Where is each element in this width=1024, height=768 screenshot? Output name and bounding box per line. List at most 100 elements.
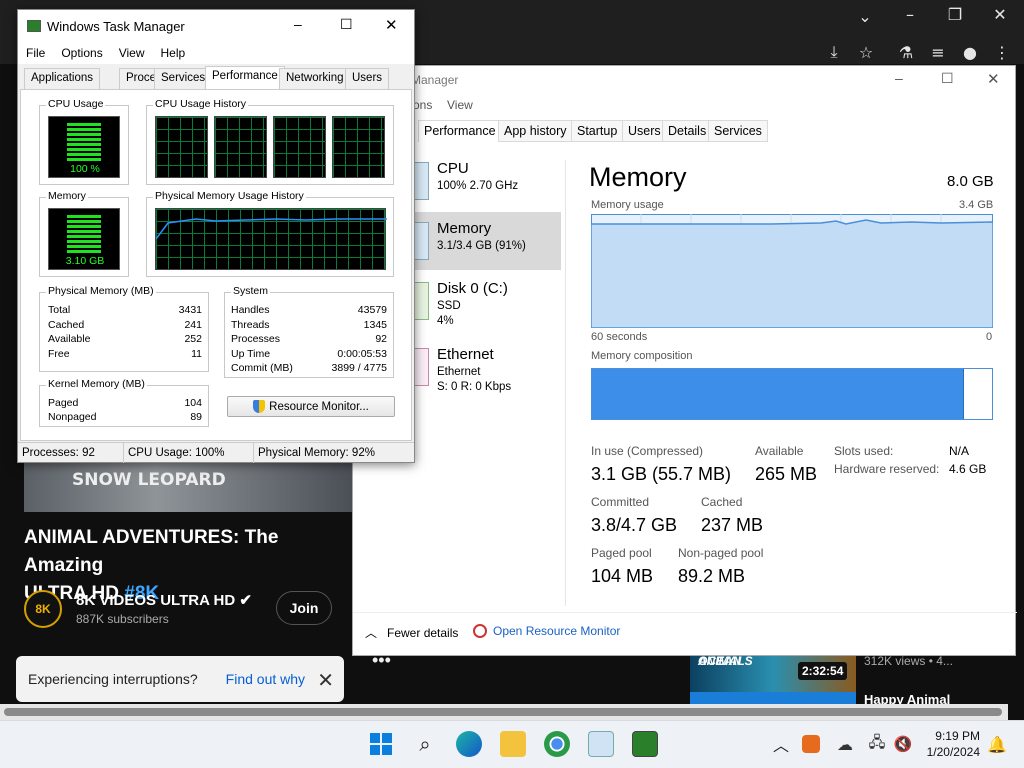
memory-composition-bar: [591, 368, 993, 420]
channel-avatar[interactable]: 8K: [24, 590, 62, 628]
menu-options[interactable]: ons: [413, 98, 432, 112]
dropdown-icon[interactable]: ⌄: [853, 4, 877, 28]
cpu-history-graph-2: [214, 116, 267, 178]
notification-bell-icon[interactable]: 🔔: [984, 731, 1010, 757]
available-label: Available: [755, 444, 804, 458]
task-manager-window: Manager – ☐ ✕ ons View Performance App h…: [352, 65, 1017, 656]
flask-icon[interactable]: ⚗: [894, 40, 918, 64]
hw-reserved-label: Hardware reserved:: [834, 462, 940, 476]
close-icon[interactable]: ✕: [987, 70, 1000, 88]
window-title: Manager: [411, 73, 459, 87]
network-icon[interactable]: 🖧: [864, 731, 890, 757]
memory-total: 8.0 GB: [947, 173, 994, 190]
phys-history-group: Physical Memory Usage History: [146, 190, 394, 277]
memory-label: Memory: [46, 190, 88, 202]
tab-app-history[interactable]: App history: [498, 120, 573, 142]
maximize-icon[interactable]: ☐: [340, 16, 353, 33]
sidebar-item-memory[interactable]: Memory 3.1/3.4 GB (91%): [409, 212, 561, 270]
kernel-memory-group: Kernel Memory (MB) Paged 104 Nonpaged 89: [39, 378, 209, 427]
menu-view[interactable]: View: [119, 46, 145, 60]
video-player[interactable]: SNOW LEOPARD: [24, 460, 354, 512]
resource-monitor-icon: [473, 624, 487, 638]
maximize-icon[interactable]: ☐: [941, 70, 954, 87]
row-key: Nonpaged: [48, 411, 97, 423]
slots-label: Slots used:: [834, 444, 894, 458]
tab-details[interactable]: Details: [662, 120, 713, 142]
taskbar: ⌕ ︿ ☁ 🖧 🔇 🔔: [0, 720, 1024, 768]
sidebar-cpu-detail: 100% 2.70 GHz: [437, 180, 519, 192]
install-icon[interactable]: ⤓: [822, 40, 846, 64]
cpu-history-group: CPU Usage History: [146, 98, 394, 185]
system-clock[interactable]: 9:19 PM 1/20/2024: [918, 728, 980, 760]
sidebar-item-ethernet[interactable]: Ethernet Ethernet S: 0 R: 0 Kbps: [409, 346, 561, 404]
find-out-why-link[interactable]: Find out why: [226, 671, 305, 687]
row-value: 43579: [357, 304, 387, 316]
tab-users[interactable]: Users: [622, 120, 667, 142]
windows-start-icon[interactable]: [368, 731, 394, 757]
tab-services[interactable]: Services: [154, 68, 213, 89]
available-value: 265 MB: [755, 464, 818, 484]
graph-axis-right: 0: [986, 331, 993, 343]
status-memory: Physical Memory: 92%: [258, 446, 375, 459]
minimize-icon[interactable]: –: [294, 16, 302, 32]
tab-performance[interactable]: Performance: [418, 120, 502, 142]
volume-muted-icon[interactable]: 🔇: [890, 731, 916, 757]
sidebar-item-disk[interactable]: Disk 0 (C:) SSD 4%: [409, 280, 561, 338]
memory-meter: 3.10 GB: [48, 208, 120, 270]
search-icon[interactable]: ⌕: [412, 731, 438, 757]
menu-icon[interactable]: ⋮: [990, 40, 1014, 64]
cloud-off-icon[interactable]: ☁: [832, 731, 858, 757]
profile-icon[interactable]: ●: [958, 40, 982, 64]
sys-row-threads: Threads 1345: [231, 319, 387, 331]
row-key: Total: [48, 304, 71, 316]
tab-performance[interactable]: Performance: [205, 66, 285, 90]
in-use-value: 3.1 GB (55.7 MB): [591, 464, 732, 484]
clock-date: 1/20/2024: [926, 745, 980, 759]
row-key: Paged: [48, 397, 79, 409]
page-title: Memory: [589, 162, 687, 192]
menu-options[interactable]: Options: [61, 46, 102, 60]
resource-monitor-taskbar-icon[interactable]: [588, 731, 614, 757]
edge-icon[interactable]: [456, 731, 482, 757]
menu-help[interactable]: Help: [161, 46, 186, 60]
star-icon[interactable]: ☆: [854, 40, 878, 64]
playlist-icon[interactable]: ≡: [926, 40, 950, 64]
sidebar-ethernet-type: Ethernet: [437, 366, 481, 378]
join-button[interactable]: Join: [276, 591, 332, 625]
tab-startup[interactable]: Startup: [571, 120, 624, 142]
app-icon: [27, 20, 41, 32]
tab-services[interactable]: Services: [708, 120, 768, 142]
close-icon[interactable]: ✕: [988, 2, 1012, 26]
open-resource-monitor-label: Open Resource Monitor: [493, 624, 621, 638]
resource-monitor-button[interactable]: Resource Monitor...: [227, 396, 395, 417]
fewer-details-button[interactable]: ︿ Fewer details: [365, 624, 458, 641]
window-titlebar[interactable]: Windows Task Manager – ☐ ✕: [18, 10, 414, 42]
paged-pool-value: 104 MB: [591, 566, 654, 586]
row-value: 92: [375, 333, 387, 345]
open-resource-monitor-link[interactable]: Open Resource Monitor: [473, 624, 620, 638]
channel-name[interactable]: 8K VIDEOS ULTRA HD ✔: [76, 591, 252, 609]
kernel-memory-heading: Kernel Memory (MB): [46, 378, 147, 390]
close-icon[interactable]: ✕: [385, 16, 398, 34]
task-manager-taskbar-icon[interactable]: [632, 731, 658, 757]
memory-usage-label: Memory usage: [591, 199, 664, 211]
row-value: 252: [184, 333, 202, 345]
tab-users[interactable]: Users: [345, 68, 390, 89]
chrome-icon[interactable]: [544, 731, 570, 757]
tray-app-icon[interactable]: [802, 735, 820, 753]
sidebar-item-cpu[interactable]: CPU 100% 2.70 GHz: [409, 160, 561, 218]
scrollbar-thumb[interactable]: [4, 708, 1002, 716]
tab-networking[interactable]: Networking: [279, 68, 351, 89]
horizontal-scrollbar[interactable]: [0, 704, 1008, 720]
file-explorer-icon[interactable]: [500, 731, 526, 757]
minimize-icon[interactable]: –: [895, 70, 903, 86]
chevron-up-icon: ︿: [365, 626, 378, 640]
menu-view[interactable]: View: [447, 98, 473, 112]
menu-file[interactable]: File: [26, 46, 45, 60]
chevron-up-icon[interactable]: ︿: [768, 731, 794, 757]
close-icon[interactable]: ✕: [317, 668, 334, 693]
restore-icon[interactable]: ❐: [943, 2, 967, 26]
minimize-icon[interactable]: –: [898, 2, 922, 26]
tab-applications[interactable]: Applications: [24, 68, 101, 89]
resource-monitor-label: Resource Monitor...: [269, 400, 369, 413]
